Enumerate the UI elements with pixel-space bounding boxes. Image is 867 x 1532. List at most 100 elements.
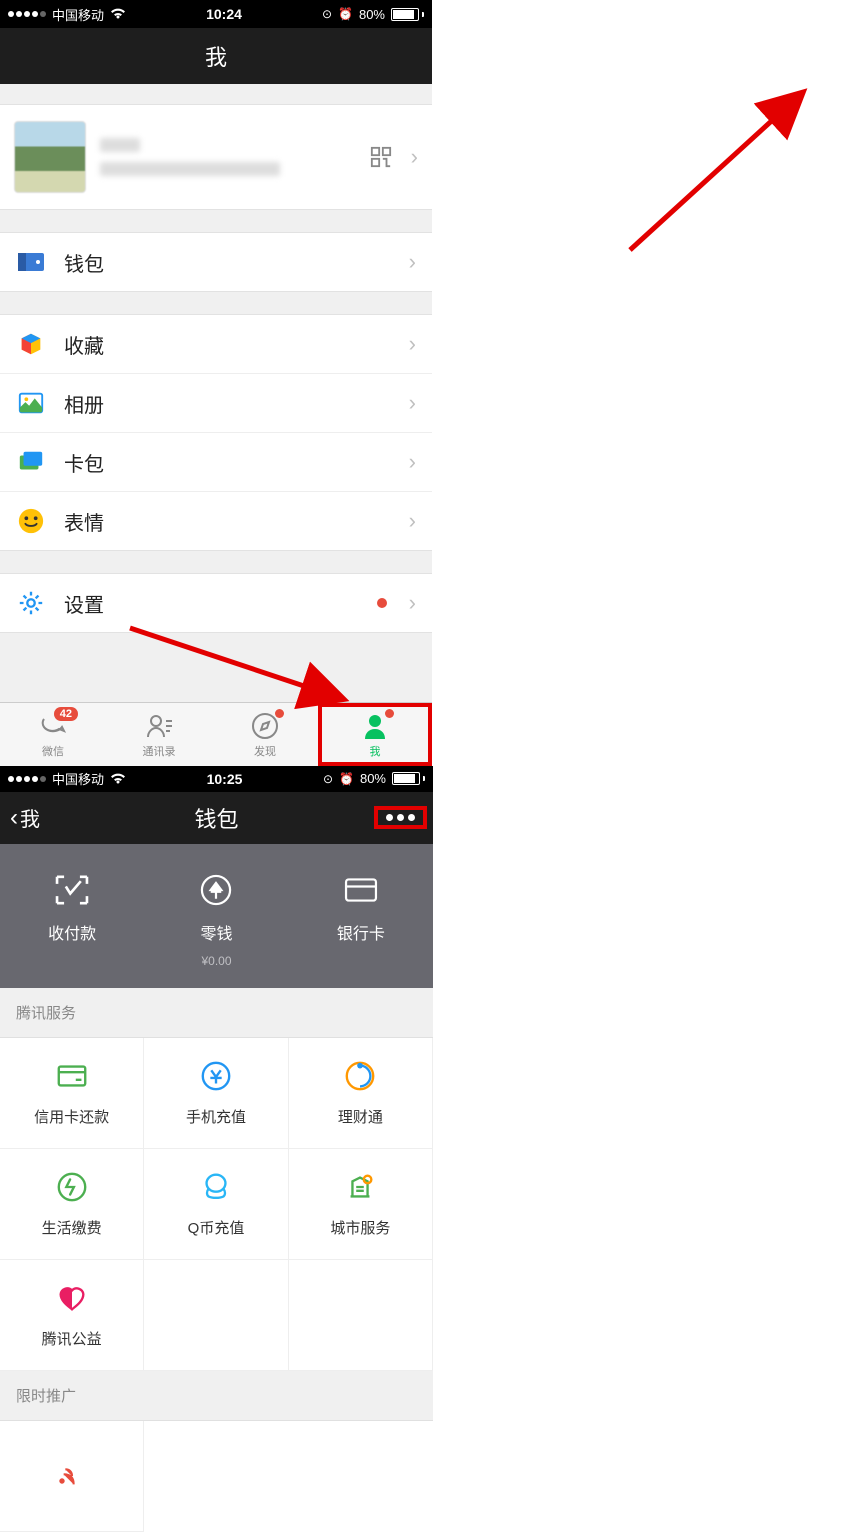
lock-icon: ⊙	[323, 772, 333, 786]
promo-grid	[0, 1420, 433, 1532]
menu-label: 钱包	[64, 248, 387, 277]
avatar	[14, 121, 86, 193]
tab-label: 我	[370, 743, 381, 759]
wallet-icon	[16, 247, 46, 277]
alarm-icon: ⏰	[338, 7, 353, 21]
status-bar: 中国移动 10:25 ⊙ ⏰ 80%	[0, 766, 433, 792]
battery-icon	[391, 8, 424, 21]
menu-label: 相册	[64, 389, 387, 418]
tab-label: 微信	[42, 743, 64, 759]
screen-wallet: 中国移动 10:25 ⊙ ⏰ 80% ‹ 我 钱包 收付款	[0, 766, 433, 1532]
topup-icon	[198, 1058, 234, 1094]
grid-label: 生活缴费	[42, 1217, 102, 1238]
menu-label: 卡包	[64, 448, 387, 477]
chevron-right-icon: ›	[409, 331, 416, 357]
grid-label: 腾讯公益	[42, 1328, 102, 1349]
annotation-arrow	[600, 80, 820, 260]
chevron-right-icon: ›	[409, 249, 416, 275]
more-button[interactable]	[374, 806, 427, 829]
signal-dots-icon	[8, 11, 46, 17]
notification-dot	[275, 709, 284, 718]
chevron-right-icon: ›	[409, 390, 416, 416]
chevron-right-icon: ›	[411, 144, 418, 170]
grid-credit[interactable]: 信用卡还款	[0, 1038, 144, 1149]
grid-qcoin[interactable]: Q币充值	[144, 1149, 288, 1260]
credit-card-icon	[54, 1058, 90, 1094]
section-header: 腾讯服务	[0, 988, 433, 1037]
menu-favorites[interactable]: 收藏 ›	[0, 315, 432, 374]
chevron-left-icon: ‹	[10, 804, 18, 832]
grid-bills[interactable]: 生活缴费	[0, 1149, 144, 1260]
menu-stickers[interactable]: 表情 ›	[0, 492, 432, 550]
grid-label: 手机充值	[186, 1106, 246, 1127]
qr-icon[interactable]	[369, 145, 393, 169]
wallet-pay[interactable]: 收付款	[0, 870, 144, 968]
carrier-label: 中国移动	[52, 5, 104, 24]
wallet-card-label: 收付款	[48, 920, 96, 944]
settings-icon	[16, 588, 46, 618]
cards-icon	[16, 447, 46, 477]
wallet-bank[interactable]: 银行卡	[289, 870, 433, 968]
back-label: 我	[20, 803, 40, 832]
services-grid: 信用卡还款 手机充值 理财通 生活缴费 Q币充值	[0, 1037, 433, 1371]
lock-icon: ⊙	[322, 7, 332, 21]
profile-name-blurred	[100, 138, 140, 152]
menu-album[interactable]: 相册 ›	[0, 374, 432, 433]
nav-title: 我	[205, 40, 227, 72]
tab-me[interactable]: 我	[318, 703, 432, 766]
signal-dots-icon	[8, 776, 46, 782]
battery-icon	[392, 772, 425, 785]
tab-bar: 42 微信 通讯录 发现 我	[0, 702, 432, 766]
battery-percent: 80%	[359, 7, 385, 22]
menu-cards[interactable]: 卡包 ›	[0, 433, 432, 492]
grid-empty	[289, 1260, 433, 1371]
notification-dot	[377, 598, 387, 608]
grid-finance[interactable]: 理财通	[289, 1038, 433, 1149]
screen-me: 中国移动 10:24 ⊙ ⏰ 80% 我 › 钱包 ›	[0, 0, 432, 766]
time-label: 10:24	[206, 6, 242, 22]
grid-label: Q币充值	[188, 1217, 245, 1238]
back-button[interactable]: ‹ 我	[10, 803, 40, 832]
profile-row[interactable]: ›	[0, 104, 432, 210]
ellipsis-icon	[386, 814, 393, 821]
bills-icon	[54, 1169, 90, 1205]
grid-city[interactable]: 城市服务	[289, 1149, 433, 1260]
menu-label: 表情	[64, 507, 387, 536]
battery-percent: 80%	[360, 771, 386, 786]
alarm-icon: ⏰	[339, 772, 354, 786]
finance-icon	[342, 1058, 378, 1094]
grid-label: 理财通	[338, 1106, 383, 1127]
chevron-right-icon: ›	[409, 449, 416, 475]
wifi-icon	[110, 773, 126, 785]
wallet-header: 收付款 零钱 ¥0.00 银行卡	[0, 844, 433, 988]
wallet-balance: ¥0.00	[201, 954, 231, 968]
tab-chats[interactable]: 42 微信	[0, 703, 106, 766]
menu-label: 收藏	[64, 330, 387, 359]
city-icon	[342, 1169, 378, 1205]
promo-icon	[54, 1458, 90, 1494]
nav-bar: 我	[0, 28, 432, 84]
wifi-icon	[110, 8, 126, 20]
grid-charity[interactable]: 腾讯公益	[0, 1260, 144, 1371]
menu-wallet[interactable]: 钱包 ›	[0, 233, 432, 291]
grid-empty	[144, 1260, 288, 1371]
section-header: 限时推广	[0, 1371, 433, 1420]
tab-label: 发现	[254, 743, 276, 759]
tab-contacts[interactable]: 通讯录	[106, 703, 212, 766]
grid-promo[interactable]	[0, 1421, 144, 1532]
wallet-money[interactable]: 零钱 ¥0.00	[144, 870, 288, 968]
tab-label: 通讯录	[143, 743, 176, 759]
grid-topup[interactable]: 手机充值	[144, 1038, 288, 1149]
chevron-right-icon: ›	[409, 590, 416, 616]
bank-card-icon	[336, 870, 386, 910]
menu-label: 设置	[64, 589, 351, 618]
grid-label: 城市服务	[330, 1217, 390, 1238]
ellipsis-icon	[397, 814, 404, 821]
wallet-card-label: 银行卡	[337, 920, 385, 944]
carrier-label: 中国移动	[52, 769, 104, 788]
menu-settings[interactable]: 设置 ›	[0, 574, 432, 632]
grid-label: 信用卡还款	[34, 1106, 109, 1127]
tab-discover[interactable]: 发现	[212, 703, 318, 766]
nav-title: 钱包	[194, 802, 238, 834]
favorites-icon	[16, 329, 46, 359]
